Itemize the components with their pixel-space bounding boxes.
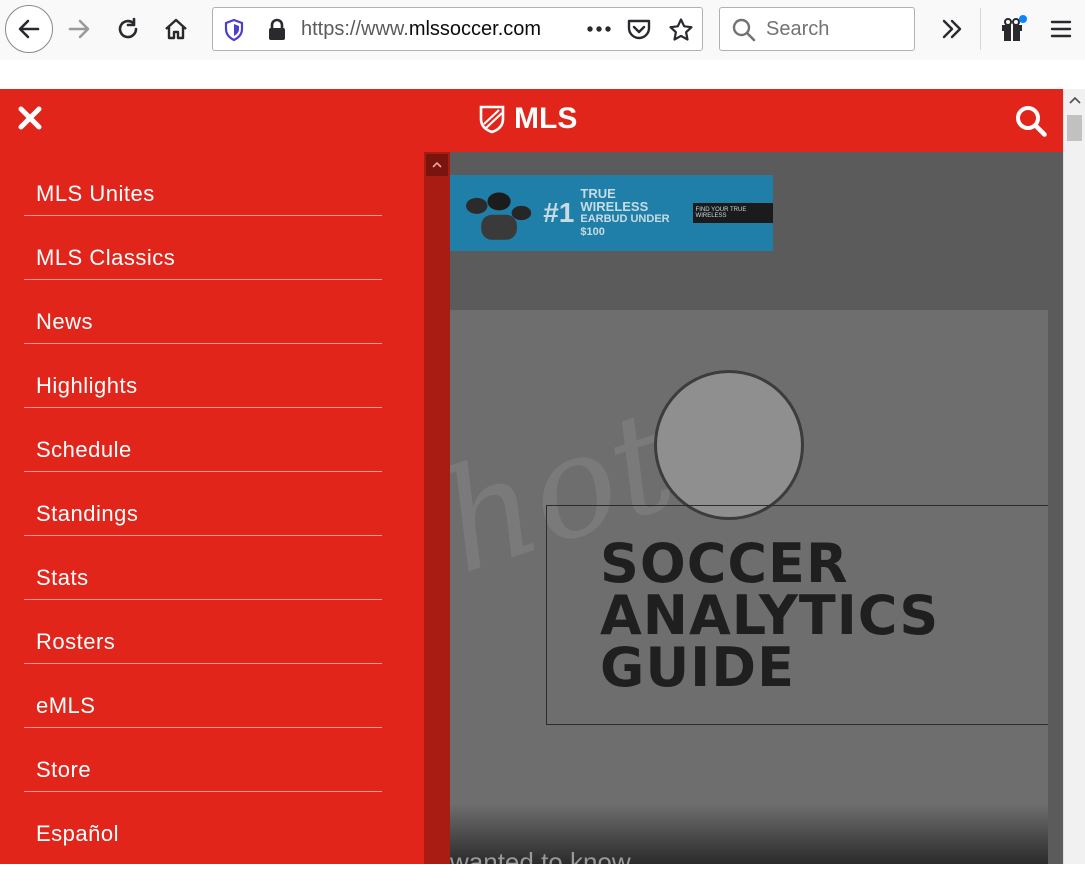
nav-item-news[interactable]: News bbox=[24, 280, 382, 344]
whats-new-button[interactable] bbox=[996, 12, 1030, 46]
nav-item-label: News bbox=[36, 309, 94, 334]
nav-item-mls-classics[interactable]: MLS Classics bbox=[24, 216, 382, 280]
pocket-icon[interactable] bbox=[626, 17, 652, 41]
scrollbar-thumb[interactable] bbox=[1067, 115, 1082, 141]
hero-title-line-3: GUIDE bbox=[600, 636, 795, 699]
double-chevron-right-icon bbox=[942, 19, 962, 39]
search-icon bbox=[732, 18, 756, 42]
nav-item-label: Store bbox=[36, 757, 92, 782]
nav-item-label: Highlights bbox=[36, 373, 138, 398]
arrow-left-icon bbox=[18, 19, 40, 39]
mls-logo[interactable]: MLS bbox=[478, 102, 577, 136]
soccer-ball-image bbox=[654, 370, 804, 520]
ad-headline: #1 bbox=[543, 197, 575, 228]
site-search-icon[interactable] bbox=[1014, 104, 1048, 138]
nav-item-label: Standings bbox=[36, 501, 139, 526]
close-icon[interactable] bbox=[16, 104, 44, 132]
overflow-button[interactable] bbox=[935, 12, 969, 46]
earbuds-image bbox=[466, 192, 532, 240]
forward-button[interactable] bbox=[62, 12, 96, 46]
nav-item-standings[interactable]: Standings bbox=[24, 472, 382, 536]
tracking-shield-icon[interactable] bbox=[223, 18, 245, 42]
url-prefix: https://www. bbox=[301, 18, 409, 40]
chevron-up-icon[interactable] bbox=[1068, 95, 1082, 105]
nav-item-emls[interactable]: eMLS bbox=[24, 664, 382, 728]
nav-item-rosters[interactable]: Rosters bbox=[24, 600, 382, 664]
nav-item-highlights[interactable]: Highlights bbox=[24, 344, 382, 408]
hero-image[interactable]: hots SOCCER ANALYTICS GUIDE wanted to kn… bbox=[450, 310, 1048, 864]
reload-icon bbox=[118, 17, 138, 39]
hero-title: SOCCER ANALYTICS GUIDE bbox=[600, 532, 940, 699]
ad-line-1: TRUE WIRELESS bbox=[580, 186, 649, 214]
nav-item-label: MLS Unites bbox=[36, 181, 155, 206]
nav-item-schedule[interactable]: Schedule bbox=[24, 408, 382, 472]
nav-drawer: MLS Unites MLS Classics News Highlights … bbox=[0, 152, 424, 864]
arrow-right-icon bbox=[68, 19, 90, 39]
nav-item-label: eMLS bbox=[36, 693, 96, 718]
nav-item-label: Español bbox=[36, 821, 120, 846]
toolbar-separator bbox=[980, 8, 981, 50]
hero-title-line-2: ANALYTICS bbox=[600, 584, 940, 647]
browser-toolbar: https://www.mlssoccer.com Search bbox=[0, 0, 1085, 60]
drawer-scroll-up-button[interactable] bbox=[426, 154, 448, 176]
nav-item-stats[interactable]: Stats bbox=[24, 536, 382, 600]
ad-cta: FIND YOUR TRUE WIRELESS bbox=[692, 203, 774, 223]
chevron-up-icon bbox=[432, 161, 442, 168]
url-bar[interactable]: https://www.mlssoccer.com bbox=[212, 7, 703, 51]
reload-button[interactable] bbox=[111, 12, 145, 46]
nav-item-mls-unites[interactable]: MLS Unites bbox=[24, 152, 382, 216]
hamburger-menu-button[interactable] bbox=[1044, 12, 1078, 46]
search-placeholder: Search bbox=[766, 18, 830, 40]
mls-crest-icon bbox=[479, 105, 505, 134]
home-icon bbox=[165, 18, 187, 40]
site-header: MLS bbox=[0, 89, 1063, 152]
nav-item-label: Schedule bbox=[36, 437, 132, 462]
search-bar[interactable]: Search bbox=[719, 7, 915, 51]
drawer-scrollbar[interactable] bbox=[424, 152, 450, 864]
lock-icon[interactable] bbox=[266, 18, 288, 42]
url-domain: mlssoccer.com bbox=[408, 18, 542, 40]
ad-copy: TRUE WIRELESS EARBUD UNDER $100 bbox=[580, 187, 684, 239]
nav-item-label: MLS Classics bbox=[36, 245, 176, 270]
ad-line-2: EARBUD UNDER $100 bbox=[580, 213, 670, 238]
page-scrollbar[interactable] bbox=[1063, 89, 1085, 864]
back-button[interactable] bbox=[5, 5, 53, 53]
hamburger-icon bbox=[1050, 20, 1072, 38]
nav-item-espanol[interactable]: Español bbox=[24, 792, 382, 856]
hero-caption: wanted to know bbox=[450, 847, 631, 864]
star-icon[interactable] bbox=[668, 17, 694, 43]
nav-item-label: Stats bbox=[36, 565, 89, 590]
gift-icon bbox=[1002, 15, 1027, 41]
hero-title-line-1: SOCCER bbox=[600, 532, 849, 595]
page-content-dimmed: #1 TRUE WIRELESS EARBUD UNDER $100 FIND … bbox=[424, 152, 1063, 864]
nav-item-label: Rosters bbox=[36, 629, 116, 654]
url-text[interactable]: https://www.mlssoccer.com bbox=[301, 8, 541, 50]
mls-wordmark: MLS bbox=[514, 102, 578, 135]
nav-item-store[interactable]: Store bbox=[24, 728, 382, 792]
home-button[interactable] bbox=[159, 12, 193, 46]
web-page: MLS #1 TRUE WIRELESS EARBUD UNDER $100 F… bbox=[0, 89, 1085, 864]
ad-banner[interactable]: #1 TRUE WIRELESS EARBUD UNDER $100 FIND … bbox=[450, 175, 774, 251]
page-actions-icon[interactable] bbox=[585, 18, 613, 40]
